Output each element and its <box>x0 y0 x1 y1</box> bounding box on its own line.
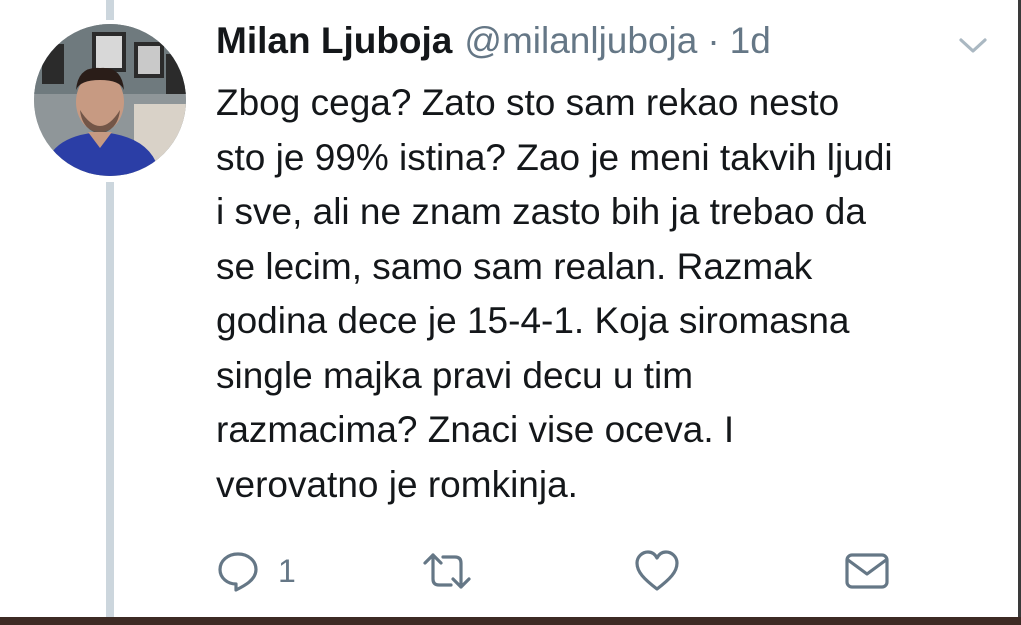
tweet-text-line: verovatno je romkinja. <box>216 463 578 505</box>
heart-icon <box>634 549 680 593</box>
thread-line-top <box>106 0 114 20</box>
tweet-text-line: se lecim, samo sam realan. Razmak <box>216 245 813 287</box>
tweet-card: Milan Ljuboja @milanljuboja · 1d Zbog ce… <box>0 0 1021 625</box>
tweet-actions: 1 <box>216 545 896 597</box>
tweet-text-line: single majka pravi decu u tim <box>216 354 694 396</box>
tweet-text-line: Zbog cega? Zato sto sam rekao nesto <box>216 82 840 123</box>
author-handle[interactable]: @milanljuboja <box>464 20 697 62</box>
tweet-timestamp[interactable]: 1d <box>730 20 771 62</box>
reply-count: 1 <box>278 552 296 589</box>
envelope-icon <box>844 551 890 591</box>
retweet-icon <box>421 549 473 593</box>
avatar[interactable] <box>34 24 186 176</box>
reply-bubble-icon <box>216 549 260 593</box>
avatar-image <box>34 24 186 176</box>
tweet-text-line: sto je 99% istina? Zao je meni takvih lj… <box>216 136 893 178</box>
tweet-text-line: godina dece je 15-4-1. Koja siromasna <box>216 300 850 341</box>
tweet-text: Zbog cega? Zato sto sam rekao nesto sto … <box>216 76 996 512</box>
tweet-header: Milan Ljuboja @milanljuboja · 1d <box>216 20 771 70</box>
bottom-border <box>0 617 1021 625</box>
chevron-down-icon[interactable] <box>956 34 990 58</box>
like-button[interactable] <box>634 545 680 597</box>
retweet-button[interactable] <box>421 545 473 597</box>
tweet-text-line: i sve, ali ne znam zasto bih ja trebao d… <box>216 191 866 232</box>
direct-message-button[interactable] <box>844 545 890 597</box>
tweet-text-line: razmacima? Znaci vise oceva. I <box>216 409 735 450</box>
thread-line <box>106 182 114 622</box>
author-name[interactable]: Milan Ljuboja <box>216 20 452 62</box>
reply-button[interactable]: 1 <box>216 545 296 597</box>
header-separator: · <box>707 20 720 61</box>
